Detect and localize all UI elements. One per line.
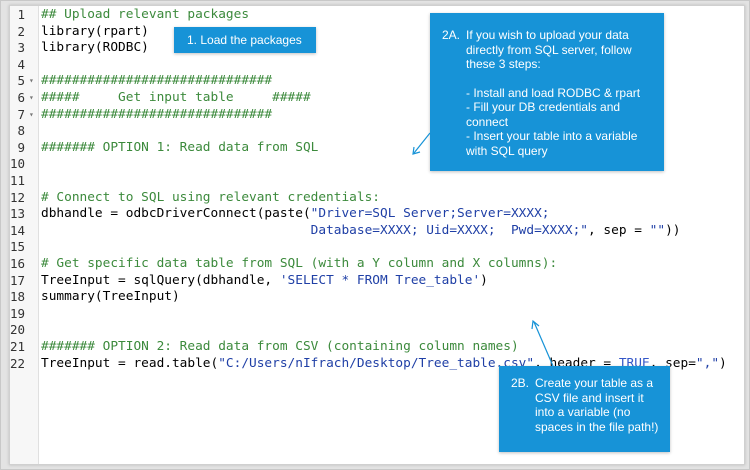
callout-arrows	[412, 132, 554, 367]
arrow-csv-callout	[531, 319, 554, 367]
arrow-sql-callout	[412, 132, 431, 155]
